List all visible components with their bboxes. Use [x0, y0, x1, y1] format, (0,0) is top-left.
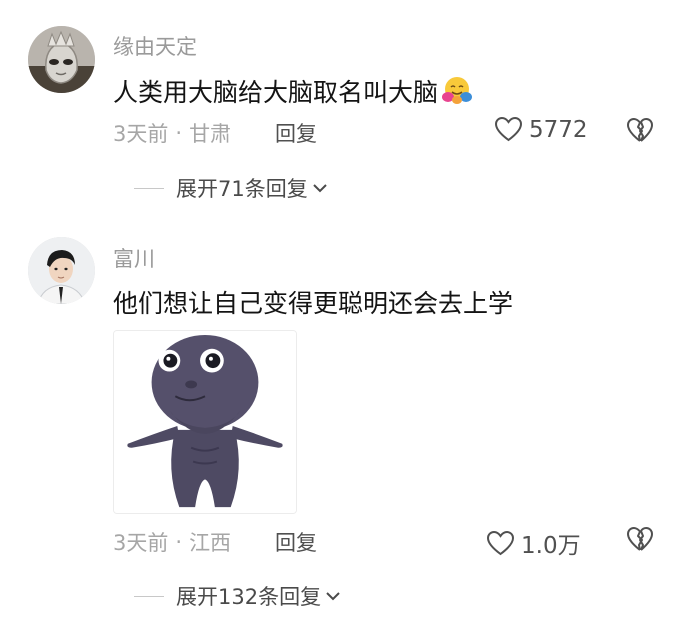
divider-line: [134, 187, 164, 189]
like-button[interactable]: 5772: [494, 116, 588, 143]
heart-icon: [494, 116, 523, 142]
comment-item: 富川 他们想让自己变得更聪明还会去上学 3天前 · 江西 回复 1.0万 展开1…: [0, 222, 690, 642]
avatar[interactable]: [28, 26, 95, 93]
comment-text-body: 他们想让自己变得更聪明还会去上学: [113, 289, 514, 318]
divider-line: [134, 595, 164, 597]
expand-replies-label: 展开71条回复: [176, 177, 308, 201]
heart-icon: [486, 530, 515, 555]
avatar[interactable]: [28, 237, 95, 304]
sticker-creature-image: [114, 331, 296, 513]
comment-item: 缘由天定 人类用大脑给大脑取名叫大脑 3天前 · 甘肃 回复 5772 展开71…: [0, 0, 690, 215]
avatar-image: [28, 26, 95, 93]
comment-meta: 3天前 · 甘肃: [113, 118, 231, 148]
comment-location: 甘肃: [189, 122, 232, 146]
broken-heart-icon: [627, 118, 653, 142]
comment-text-body: 人类用大脑给大脑取名叫大脑: [113, 78, 439, 107]
reply-button[interactable]: 回复: [275, 527, 317, 557]
avatar-image: [28, 237, 95, 304]
meta-separator: ·: [175, 530, 183, 554]
username[interactable]: 缘由天定: [113, 31, 197, 61]
comment-time: 3天前: [113, 122, 169, 146]
broken-heart-icon: [627, 527, 653, 551]
meta-separator: ·: [175, 121, 183, 145]
expand-replies-button[interactable]: 展开132条回复: [134, 581, 341, 611]
comment-location: 江西: [189, 531, 232, 555]
hugging-face-icon: [442, 77, 473, 104]
username[interactable]: 富川: [113, 243, 155, 273]
like-count: 1.0万: [521, 533, 581, 559]
reply-button[interactable]: 回复: [275, 118, 317, 148]
comment-text: 他们想让自己变得更聪明还会去上学: [113, 284, 513, 320]
dislike-button[interactable]: [626, 526, 654, 557]
comment-time: 3天前: [113, 531, 169, 555]
expand-replies-label: 展开132条回复: [176, 585, 322, 609]
expand-replies-button[interactable]: 展开71条回复: [134, 173, 328, 203]
dislike-button[interactable]: [626, 117, 654, 148]
sticker-image[interactable]: [113, 330, 297, 514]
comment-text: 人类用大脑给大脑取名叫大脑: [113, 73, 474, 109]
chevron-down-icon: [326, 592, 340, 601]
like-button[interactable]: 1.0万: [486, 526, 581, 560]
chevron-down-icon: [313, 184, 327, 193]
comment-meta: 3天前 · 江西: [113, 527, 231, 557]
like-count: 5772: [529, 116, 588, 143]
